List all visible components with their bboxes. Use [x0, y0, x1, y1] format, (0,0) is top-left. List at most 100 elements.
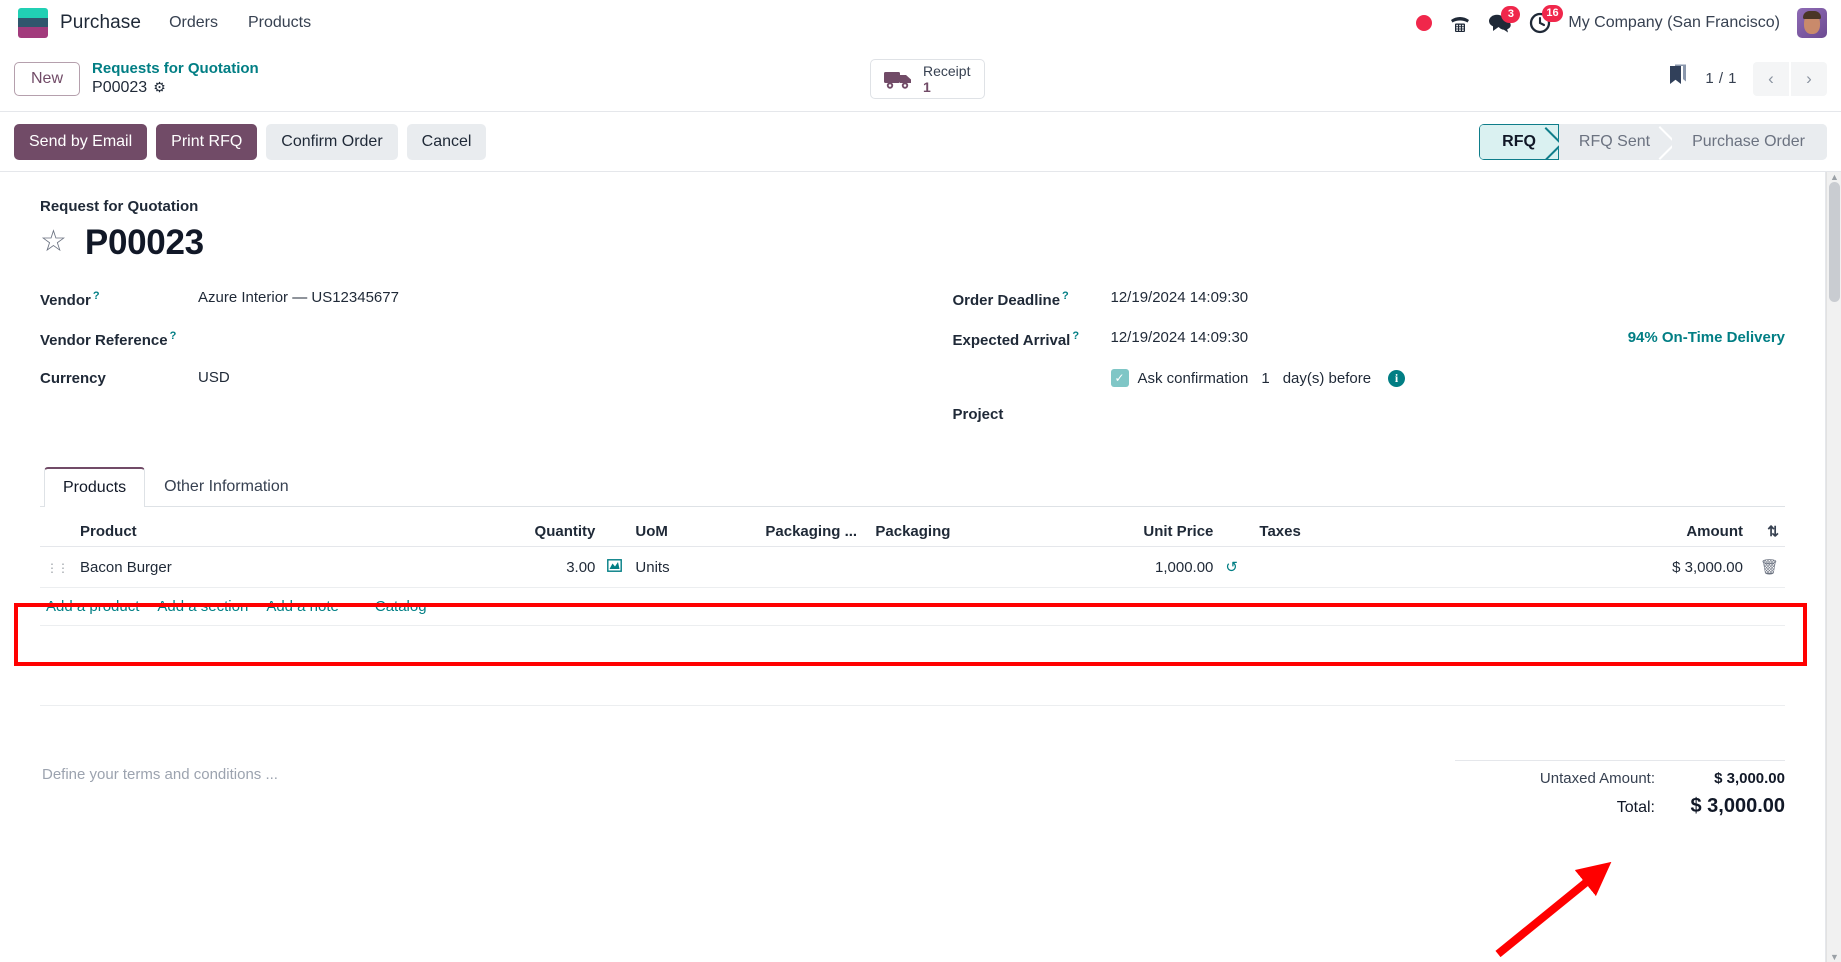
cell-packaging-qty[interactable]	[759, 546, 870, 588]
field-currency-row: Currency USD	[40, 369, 913, 391]
scrollbar-up-arrow[interactable]: ▲	[1827, 172, 1841, 182]
messages-badge: 3	[1501, 6, 1521, 23]
th-amount[interactable]: Amount	[1423, 519, 1749, 547]
th-packaging[interactable]: Packaging	[869, 519, 1100, 547]
cell-quantity[interactable]: 3.00	[481, 546, 602, 588]
nav-products[interactable]: Products	[246, 10, 313, 36]
forecast-chart-icon[interactable]	[607, 558, 623, 576]
add-a-note-link[interactable]: Add a note	[266, 598, 339, 615]
form-sheet-wrapper: Request for Quotation ☆ P00023 Vendor? A…	[0, 172, 1841, 962]
field-order-deadline-row: Order Deadline? 12/19/2024 14:09:30	[953, 289, 1786, 311]
record-indicator-icon[interactable]	[1416, 15, 1433, 31]
th-qty-icon	[601, 519, 630, 547]
field-order-deadline-value[interactable]: 12/19/2024 14:09:30	[1111, 289, 1249, 306]
field-expected-arrival-help-icon[interactable]: ?	[1072, 330, 1079, 342]
th-packaging-qty[interactable]: Packaging ...	[759, 519, 870, 547]
bookmark-icon[interactable]	[1667, 64, 1689, 93]
status-stage-rfq[interactable]: RFQ	[1479, 123, 1559, 160]
form-columns: Vendor? Azure Interior — US12345677 Vend…	[40, 289, 1785, 445]
th-taxes[interactable]: Taxes	[1253, 519, 1424, 547]
form-sheet: Request for Quotation ☆ P00023 Vendor? A…	[0, 172, 1826, 962]
cell-uom[interactable]: Units	[629, 546, 760, 588]
breadcrumb-parent[interactable]: Requests for Quotation	[92, 60, 259, 78]
confirm-order-button[interactable]: Confirm Order	[266, 123, 398, 160]
breadcrumb: Requests for Quotation P00023 ⚙	[92, 60, 259, 98]
cell-unit-price[interactable]: 1,000.00	[1099, 546, 1220, 588]
breadcrumb-current: P00023	[92, 78, 148, 96]
th-unit-price[interactable]: Unit Price	[1099, 519, 1220, 547]
gear-icon[interactable]: ⚙	[153, 79, 166, 96]
nav-orders[interactable]: Orders	[167, 10, 220, 36]
favorite-star-icon[interactable]: ☆	[40, 227, 67, 257]
field-vendor-reference-value[interactable]	[198, 329, 398, 348]
field-vendor-reference-help-icon[interactable]: ?	[170, 330, 177, 342]
field-vendor-reference-label-text: Vendor Reference	[40, 332, 168, 349]
field-expected-arrival-value[interactable]: 12/19/2024 14:09:30	[1111, 329, 1249, 346]
catalog-link[interactable]: Catalog	[375, 598, 427, 615]
record-name: P00023	[84, 223, 204, 262]
field-project-label: Project	[953, 405, 1111, 423]
field-order-deadline-help-icon[interactable]: ?	[1062, 290, 1069, 302]
status-stage-rfq-sent[interactable]: RFQ Sent	[1558, 123, 1673, 160]
top-navbar: Purchase Orders Products 3 16 My Company…	[0, 0, 1841, 46]
pager-next-button[interactable]: ›	[1791, 61, 1827, 96]
field-expected-arrival-label: Expected Arrival?	[953, 329, 1111, 349]
app-name[interactable]: Purchase	[60, 12, 141, 34]
tab-products[interactable]: Products	[44, 467, 146, 507]
order-lines-table: Product Quantity UoM Packaging ... Packa…	[40, 519, 1785, 588]
notebook-tabs: Products Other Information	[40, 467, 1785, 507]
field-vendor-value[interactable]: Azure Interior — US12345677	[198, 289, 399, 306]
odoo-logo-icon[interactable]	[18, 8, 48, 38]
pager-count[interactable]: 1 / 1	[1705, 70, 1737, 87]
vertical-scrollbar[interactable]: ▲ ▼	[1826, 172, 1841, 962]
field-vendor-help-icon[interactable]: ?	[93, 290, 100, 302]
cancel-button[interactable]: Cancel	[406, 123, 487, 160]
info-icon[interactable]: i	[1388, 369, 1406, 387]
trash-icon[interactable]: 🗑	[1760, 559, 1779, 576]
terms-and-conditions-input[interactable]: Define your terms and conditions ...	[40, 760, 1455, 789]
print-rfq-button[interactable]: Print RFQ	[156, 123, 258, 160]
cell-taxes[interactable]	[1253, 546, 1424, 588]
ask-confirmation-days-input[interactable]: 1	[1261, 370, 1269, 387]
cell-delete: 🗑	[1749, 546, 1785, 588]
add-a-section-link[interactable]: Add a section	[157, 598, 248, 615]
truck-icon	[884, 72, 911, 89]
untaxed-amount-value: $ 3,000.00	[1714, 770, 1785, 787]
on-time-delivery-badge[interactable]: 94% On-Time Delivery	[1628, 329, 1785, 346]
field-project-value[interactable]	[1111, 405, 1311, 424]
pager-previous-button[interactable]: ‹	[1753, 61, 1789, 96]
send-by-email-button[interactable]: Send by Email	[14, 123, 148, 160]
cell-packaging[interactable]	[869, 546, 1100, 588]
th-quantity[interactable]: Quantity	[481, 519, 602, 547]
form-column-right: Order Deadline? 12/19/2024 14:09:30 Expe…	[913, 289, 1786, 445]
smart-button-receipt[interactable]: Receipt 1	[870, 59, 986, 99]
new-record-button[interactable]: New	[14, 61, 81, 96]
totals-block: Untaxed Amount: $ 3,000.00 Total: $ 3,00…	[1455, 760, 1785, 822]
status-stage-purchase-order[interactable]: Purchase Order	[1672, 123, 1827, 160]
drag-handle-icon[interactable]: ⋮⋮	[46, 561, 69, 575]
activities-clock-icon[interactable]: 16	[1529, 5, 1563, 34]
scrollbar-thumb[interactable]	[1829, 182, 1840, 302]
field-currency-label: Currency	[40, 369, 198, 387]
add-a-product-link[interactable]: Add a product	[46, 598, 139, 615]
field-vendor-reference-row: Vendor Reference?	[40, 329, 913, 351]
company-switcher[interactable]: My Company (San Francisco)	[1568, 14, 1780, 32]
ask-confirmation-checkbox[interactable]: ✓	[1110, 369, 1129, 387]
cell-product[interactable]: Bacon Burger	[74, 546, 482, 588]
column-options-icon[interactable]: ⇅	[1767, 523, 1779, 539]
field-currency-value[interactable]: USD	[198, 369, 230, 386]
th-optional-columns: ⇅	[1749, 519, 1785, 547]
voip-phone-icon[interactable]	[1449, 13, 1471, 33]
messages-icon[interactable]: 3	[1488, 6, 1521, 33]
price-history-icon[interactable]: ↺	[1225, 559, 1238, 576]
cell-quantity-forecast	[601, 546, 630, 588]
form-column-left: Vendor? Azure Interior — US12345677 Vend…	[40, 289, 913, 445]
scrollbar-down-arrow[interactable]: ▼	[1827, 952, 1841, 962]
table-row[interactable]: ⋮⋮ Bacon Burger 3.00 Units 1,000.00 ↺ $ …	[40, 546, 1785, 588]
user-avatar[interactable]	[1797, 8, 1827, 38]
th-uom[interactable]: UoM	[629, 519, 760, 547]
form-subtitle: Request for Quotation	[40, 198, 199, 215]
tab-other-information[interactable]: Other Information	[145, 467, 308, 507]
smart-button-count: 1	[923, 79, 931, 95]
th-product[interactable]: Product	[74, 519, 482, 547]
